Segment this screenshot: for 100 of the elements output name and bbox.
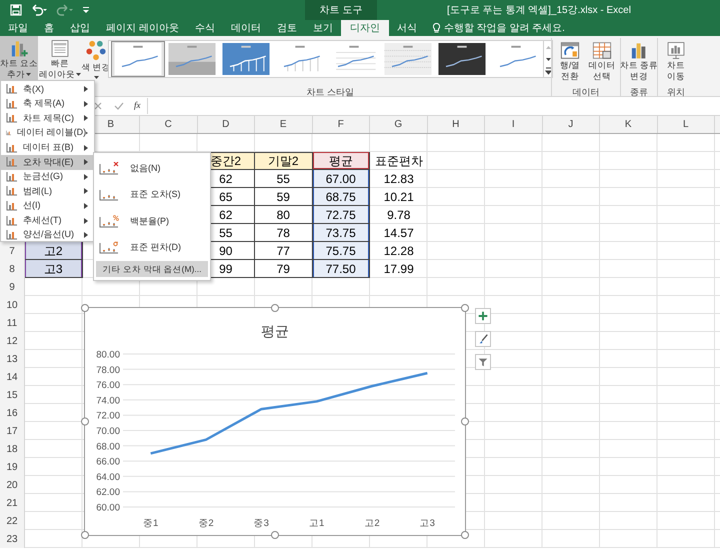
error-bar-icon — [99, 188, 119, 202]
group-label: 데이터 — [572, 86, 600, 99]
ribbon-tab[interactable]: 보기 — [304, 20, 341, 36]
ribbon-button[interactable]: 빠른 레이아웃 — [39, 36, 81, 80]
row-header[interactable]: 13 — [0, 350, 24, 368]
row-header[interactable]: 21 — [0, 494, 24, 512]
row-header[interactable]: 19 — [0, 458, 24, 476]
ribbon-tab[interactable]: 서식 — [388, 20, 425, 36]
more-styles-icon[interactable] — [544, 65, 553, 77]
mini-chart-icon — [6, 216, 17, 226]
row-header[interactable]: 17 — [0, 422, 24, 440]
ribbon-tab[interactable]: 홈 — [36, 20, 62, 36]
chart-title[interactable]: 평균 — [261, 323, 289, 339]
menu-item[interactable]: 데이터 표(B) — [1, 140, 94, 155]
redo-icon[interactable] — [56, 4, 74, 16]
ribbon-tab[interactable]: 삽입 — [62, 20, 98, 36]
column-header[interactable]: D — [198, 116, 255, 133]
axis-label: 76.00 — [96, 380, 120, 392]
menu-item[interactable]: 축(X) — [1, 82, 94, 97]
ribbon-button[interactable]: 행/열 전환 — [555, 38, 585, 82]
group-label: 위치 — [667, 86, 685, 99]
column-header[interactable]: C — [140, 116, 198, 133]
menu-item[interactable]: 오차 막대(E) — [1, 154, 94, 170]
menu-item[interactable]: 범례(L) — [1, 184, 94, 199]
data-line[interactable] — [150, 372, 428, 455]
more-options-button[interactable]: 기타 오차 막대 옵션(M)... — [96, 261, 208, 277]
resize-handle[interactable] — [271, 304, 279, 312]
chart-side-button[interactable] — [475, 308, 491, 324]
line-chart[interactable]: 평균 60.00 62.00 64.00 66.00 68.00 70.00 72.00 74.00 76.00 78.00 80.00 중1 중2 중3 고1 고2 고3 — [84, 307, 466, 536]
insert-function-button[interactable]: fx — [134, 99, 140, 113]
enter-icon[interactable] — [114, 102, 124, 110]
menu-item[interactable]: 선(I) — [1, 198, 94, 214]
row-header[interactable]: 22 — [0, 512, 24, 530]
table-cell-text: 17.99 — [382, 261, 415, 278]
undo-icon[interactable] — [30, 4, 48, 16]
row-header[interactable]: 18 — [0, 440, 24, 458]
ribbon-button[interactable]: 데이터 선택 — [587, 38, 617, 82]
ribbon-tab[interactable]: 수식 — [186, 20, 223, 36]
row-header[interactable]: 10 — [0, 296, 24, 314]
error-bar-none-icon — [99, 162, 119, 175]
column-header[interactable]: I — [485, 116, 542, 133]
resize-handle[interactable] — [81, 304, 89, 312]
row-header[interactable]: 11 — [0, 314, 24, 332]
table-cell: 67.00 — [312, 170, 370, 188]
table-cell-text: 14.57 — [382, 225, 415, 242]
row-header[interactable]: 9 — [0, 278, 24, 296]
table-cell: 72.75 — [312, 206, 370, 224]
ribbon-tab[interactable]: 파일 — [0, 20, 36, 36]
column-header[interactable]: E — [255, 116, 312, 133]
menu-item[interactable]: 추세선(T) — [1, 213, 94, 228]
resize-handle[interactable] — [461, 531, 469, 539]
save-icon[interactable] — [10, 4, 22, 16]
ribbon-tab[interactable]: 데이터 — [222, 20, 269, 36]
row-header[interactable]: 12 — [0, 332, 24, 350]
row-header[interactable]: 8 — [0, 260, 24, 278]
row-header[interactable]: 14 — [0, 368, 24, 386]
chart-style-thumbnail[interactable] — [111, 41, 165, 77]
table-cell-text: 10.21 — [382, 189, 415, 206]
ribbon-button[interactable]: 차트 요소 추가 — [0, 36, 38, 80]
submenu-arrow-icon — [84, 218, 88, 224]
row-header[interactable]: 7 — [0, 242, 24, 260]
tell-me-field[interactable]: 수행할 작업을 알려 주세요. — [444, 20, 565, 36]
chart-side-button[interactable] — [475, 354, 491, 370]
table-cell: 기말2 — [255, 152, 312, 170]
menu-item[interactable]: 양선/음선(U) — [1, 228, 94, 243]
submenu-arrow-icon — [84, 188, 88, 194]
axis-label: 80.00 — [96, 350, 120, 360]
column-header[interactable]: G — [370, 116, 428, 133]
resize-handle[interactable] — [81, 531, 89, 539]
row-header[interactable]: 16 — [0, 404, 24, 422]
resize-handle[interactable] — [271, 531, 279, 539]
cancel-icon[interactable] — [94, 102, 102, 110]
customize-caret-icon[interactable] — [82, 6, 90, 14]
menu-item[interactable]: 축 제목(A) — [1, 96, 94, 112]
resize-handle[interactable] — [461, 304, 469, 312]
ribbon-tab[interactable]: 디자인 — [340, 20, 389, 36]
column-header[interactable]: K — [600, 116, 658, 133]
error-bar-sigma-icon — [99, 241, 119, 254]
resize-handle[interactable] — [81, 418, 89, 426]
column-header[interactable]: L — [658, 116, 715, 133]
table-cell: 73.75 — [312, 224, 370, 242]
column-header[interactable]: J — [542, 116, 600, 133]
row-header[interactable]: 15 — [0, 386, 24, 404]
row-header[interactable]: 20 — [0, 476, 24, 494]
mini-chart-icon — [6, 201, 17, 212]
column-header[interactable]: H — [428, 116, 485, 133]
table-cell-text: 9.78 — [386, 207, 412, 224]
column-header[interactable]: F — [312, 116, 370, 133]
table-cell-text: 12.28 — [382, 243, 415, 260]
resize-handle[interactable] — [461, 418, 469, 426]
brush-icon — [477, 333, 489, 345]
chart-side-button[interactable] — [475, 331, 491, 347]
mini-chart-icon — [6, 230, 17, 240]
ribbon-tab[interactable]: 페이지 레이아웃 — [98, 20, 187, 36]
ribbon-tab[interactable]: 검토 — [268, 20, 305, 36]
ribbon-button[interactable]: 차트 이동 — [661, 38, 691, 82]
mini-chart-icon — [6, 157, 17, 168]
submenu-arrow-icon — [86, 130, 88, 136]
menu-item[interactable]: 눈금선(G) — [1, 170, 94, 184]
row-header[interactable]: 23 — [0, 530, 24, 548]
